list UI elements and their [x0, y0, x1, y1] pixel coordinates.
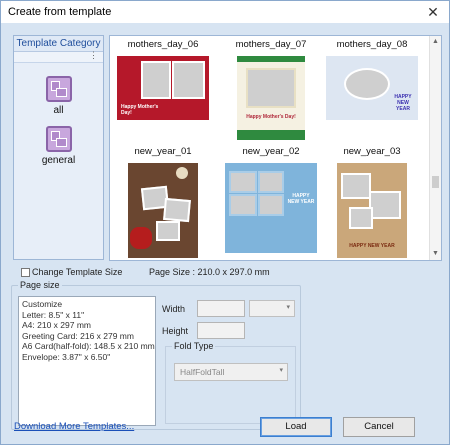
photo-frame [349, 207, 373, 229]
load-button[interactable]: Load [260, 417, 332, 437]
category-label-general: general [41, 155, 76, 166]
photo-frame [258, 194, 284, 216]
template-thumbnail-mothers-day-06[interactable]: mothers_day_06 Happy Mother's Day! [113, 38, 213, 120]
template-name: new_year_03 [343, 146, 401, 157]
fold-type-title: Fold Type [172, 341, 216, 351]
page-size-option[interactable]: Customize [22, 299, 152, 310]
scroll-up-icon[interactable]: ▲ [430, 36, 441, 48]
template-name: new_year_01 [134, 146, 192, 157]
create-from-template-dialog: Create from template ✕ Template Category… [0, 0, 450, 445]
grip-icon[interactable]: ⋮ [89, 50, 98, 61]
template-preview-image: HAPPY NEW YEAR [225, 163, 317, 253]
fold-type-value: HalfFoldTall [180, 367, 225, 377]
gallery-scrollbar[interactable]: ▲ ▼ [429, 36, 441, 260]
template-name: mothers_day_08 [336, 39, 408, 50]
clock-ornament [176, 167, 188, 179]
template-category-panel: Template Category ⋮ all general [13, 35, 104, 260]
width-label: Width [162, 304, 186, 314]
card-greeting: Happy Mother's Day! [246, 114, 296, 120]
page-size-readout: Page Size : 210.0 x 297.0 mm [149, 267, 270, 277]
photo-collage-icon [45, 126, 72, 152]
photo-frame [163, 197, 191, 223]
photo-frame [229, 194, 257, 216]
photo-frame [229, 171, 257, 193]
page-size-option[interactable]: A4: 210 x 297 mm [22, 320, 152, 331]
page-size-group: Page size Customize Letter: 8.5" x 11" A… [11, 280, 301, 430]
template-preview-image [128, 163, 198, 258]
card-greeting: HAPPY NEW YEAR [394, 94, 412, 112]
chevron-down-icon: ▾ [279, 367, 283, 374]
poinsettia-decoration [130, 227, 152, 249]
page-size-option[interactable]: Letter: 8.5" x 11" [22, 310, 152, 321]
card-greeting: Happy Mother's Day! [121, 104, 159, 116]
template-preview-image: Happy Mother's Day! [237, 56, 305, 140]
photo-frame [258, 171, 284, 193]
photo-frame [341, 173, 371, 199]
photo-frame [156, 221, 180, 241]
template-thumbnail-new-year-01[interactable]: new_year_01 [113, 145, 213, 258]
download-more-templates-link[interactable]: Download More Templates... [14, 421, 134, 432]
photo-frame [344, 68, 390, 100]
card-greeting: HAPPY NEW YEAR [349, 243, 395, 249]
unit-dropdown[interactable]: ▾ [249, 300, 295, 317]
template-preview-image: HAPPY NEW YEAR [337, 163, 407, 258]
photo-frame [246, 68, 296, 108]
chevron-down-icon: ▾ [286, 304, 290, 311]
category-item-general[interactable]: general [14, 126, 103, 166]
category-toolbar-strip: ⋮ [14, 50, 103, 63]
photo-frame [172, 61, 205, 99]
template-name: new_year_02 [242, 146, 300, 157]
page-size-list[interactable]: Customize Letter: 8.5" x 11" A4: 210 x 2… [18, 296, 156, 426]
page-size-option[interactable]: A6 Card(half-fold): 148.5 x 210 mm [22, 341, 155, 352]
template-thumbnail-new-year-02[interactable]: new_year_02 HAPPY NEW YEAR [221, 145, 321, 253]
window-title: Create from template [8, 6, 112, 18]
width-input[interactable] [197, 300, 245, 317]
card-greeting: HAPPY NEW YEAR [287, 193, 315, 205]
fold-type-group: Fold Type HalfFoldTall ▾ [165, 341, 296, 424]
fold-type-dropdown[interactable]: HalfFoldTall ▾ [174, 363, 288, 381]
cancel-button[interactable]: Cancel [343, 417, 415, 437]
page-size-option[interactable]: Envelope: 3.87" x 6.50" [22, 352, 152, 363]
scrollbar-thumb[interactable] [432, 176, 439, 188]
title-bar: Create from template ✕ [1, 1, 449, 23]
height-input[interactable] [197, 322, 245, 339]
template-thumbnail-new-year-03[interactable]: new_year_03 HAPPY NEW YEAR [322, 145, 422, 258]
photo-collage-icon [45, 76, 72, 102]
photo-frame [141, 61, 171, 99]
close-icon[interactable]: ✕ [421, 2, 445, 22]
template-preview-image: Happy Mother's Day! [117, 56, 209, 120]
category-label-all: all [53, 105, 64, 116]
template-thumbnail-mothers-day-07[interactable]: mothers_day_07 Happy Mother's Day! [221, 38, 321, 140]
height-label: Height [162, 326, 189, 336]
template-name: mothers_day_07 [235, 39, 307, 50]
template-name: mothers_day_06 [127, 39, 199, 50]
dialog-body: Template Category ⋮ all general mothers_… [1, 23, 449, 444]
page-size-option[interactable]: Greeting Card: 216 x 279 mm [22, 331, 152, 342]
category-item-all[interactable]: all [14, 76, 103, 116]
photo-frame [369, 191, 401, 219]
change-template-size-label[interactable]: Change Template Size [32, 267, 122, 277]
change-template-size-checkbox[interactable] [21, 268, 30, 277]
scroll-down-icon[interactable]: ▼ [430, 248, 441, 260]
page-size-group-title: Page size [18, 280, 62, 290]
template-thumbnail-mothers-day-08[interactable]: mothers_day_08 HAPPY NEW YEAR [322, 38, 422, 120]
template-preview-image: HAPPY NEW YEAR [326, 56, 418, 120]
template-gallery: mothers_day_06 Happy Mother's Day! mothe… [109, 35, 442, 261]
